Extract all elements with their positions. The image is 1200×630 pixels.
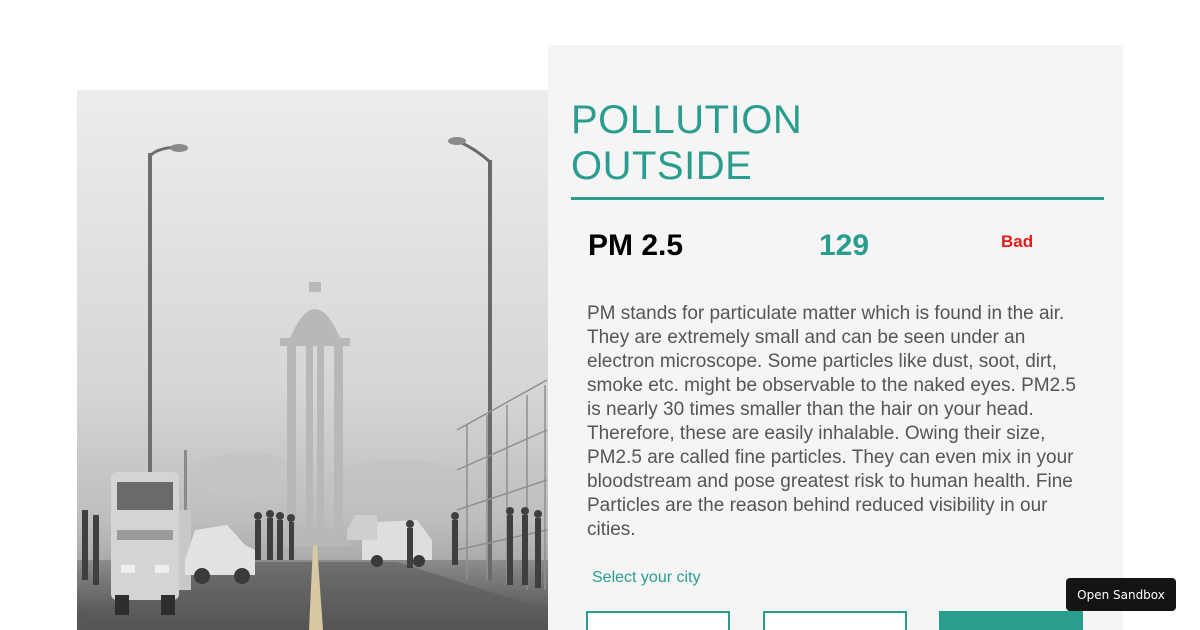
pollution-card: POLLUTION OUTSIDE PM 2.5 129 Bad PM stan… (548, 45, 1123, 630)
van (111, 472, 191, 615)
smog-street-photo (77, 90, 548, 630)
page: POLLUTION OUTSIDE PM 2.5 129 Bad PM stan… (0, 0, 1200, 630)
open-sandbox-button[interactable]: Open Sandbox (1066, 578, 1176, 611)
city-button-delhi[interactable]: Delhi (763, 611, 907, 630)
title-line-2: OUTSIDE (571, 144, 753, 188)
city-button-mumbai[interactable]: Mumbai (586, 611, 730, 630)
metric-name: PM 2.5 (588, 229, 684, 262)
city-button-bengaluru[interactable]: Bengaluru (939, 611, 1083, 630)
page-title: POLLUTION OUTSIDE (571, 97, 971, 189)
metric-value: 129 (819, 229, 870, 262)
metric-status-badge: Bad (1001, 232, 1034, 251)
select-city-label: Select your city (592, 569, 701, 586)
title-line-1: POLLUTION (571, 98, 803, 142)
pm-description: PM stands for particulate matter which i… (587, 303, 1076, 540)
photo-illustration (77, 90, 548, 630)
title-divider (571, 197, 1104, 200)
